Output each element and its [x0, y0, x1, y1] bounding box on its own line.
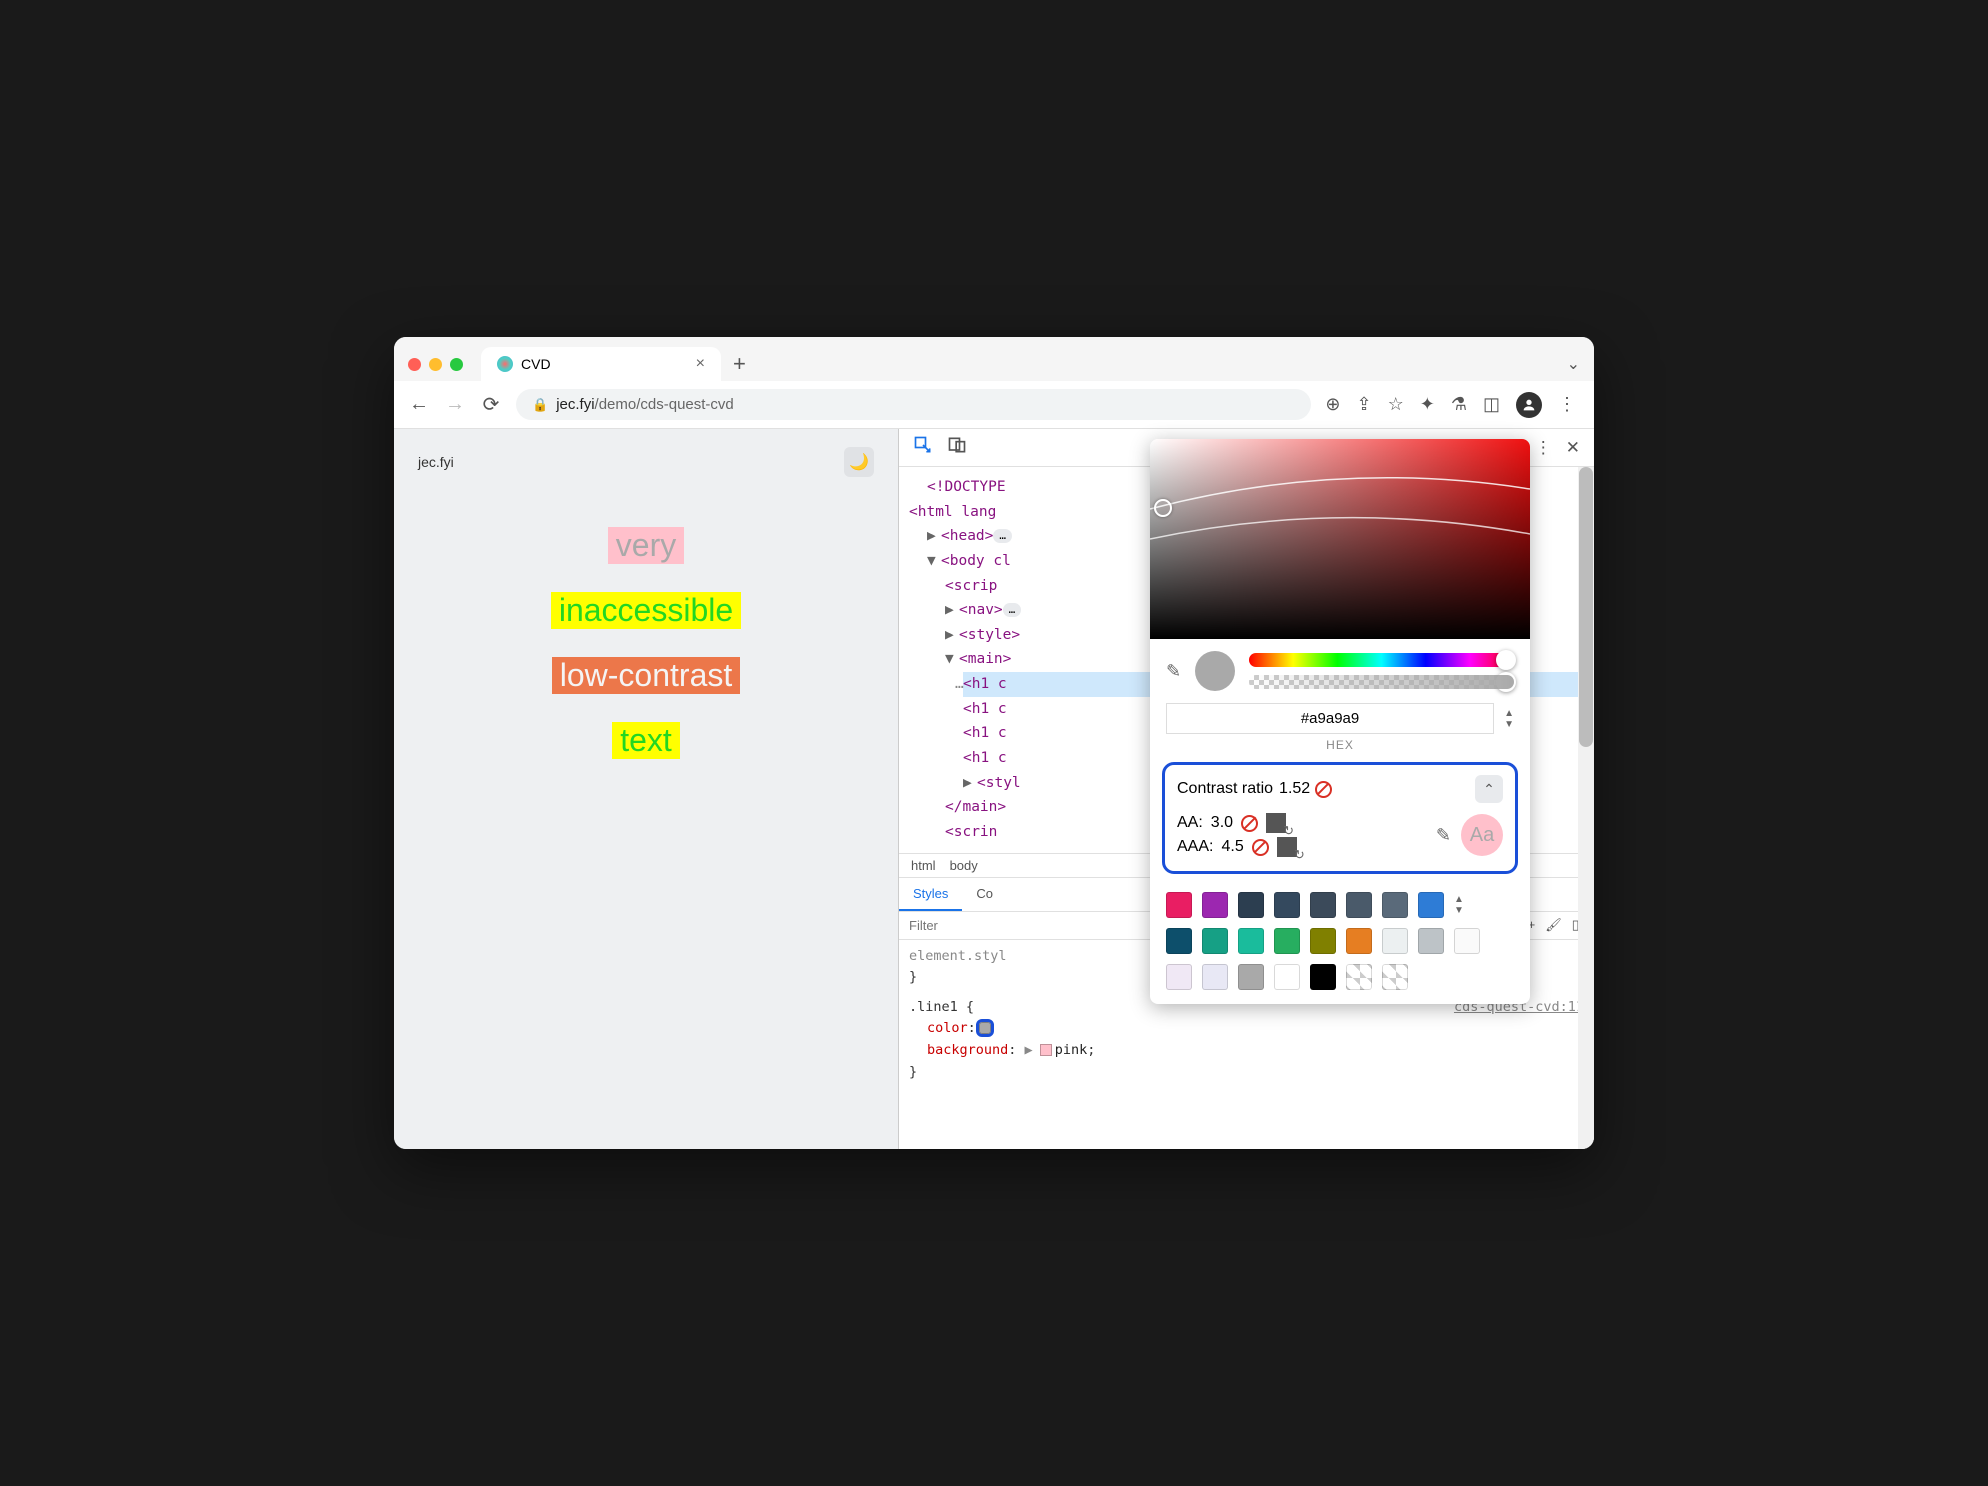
share-icon[interactable]: ⇪	[1357, 394, 1372, 415]
contrast-preview: Aa	[1461, 814, 1503, 856]
swatch-page-stepper[interactable]: ▲▼	[1454, 892, 1514, 918]
content-area: jec.fyi 🌙 very inaccessible low-contrast…	[394, 429, 1594, 1149]
contrast-value: 1.52	[1279, 780, 1310, 798]
devtools-scrollbar[interactable]	[1578, 467, 1594, 1149]
browser-window: CVD × + ⌄ ← → ⟳ 🔒 jec.fyi/demo/cds-quest…	[394, 337, 1594, 1149]
breadcrumb-item[interactable]: body	[950, 858, 978, 873]
color-preview-circle	[1195, 651, 1235, 691]
forward-button[interactable]: →	[444, 393, 466, 416]
color-swatch-selected[interactable]	[979, 1022, 991, 1034]
minimize-window-button[interactable]	[429, 358, 442, 371]
devtools-panel: ⚙ ⋮ ✕ <!DOCTYPE <html lang ▶<head>… ▼<bo…	[898, 429, 1594, 1149]
theme-toggle-button[interactable]: 🌙	[844, 447, 874, 477]
hex-input[interactable]	[1166, 703, 1494, 734]
palette-swatch[interactable]	[1238, 928, 1264, 954]
saturation-gradient[interactable]	[1150, 439, 1530, 639]
fail-icon	[1241, 815, 1258, 832]
more-icon[interactable]: ⋮	[1535, 438, 1552, 458]
lock-icon: 🔒	[532, 397, 548, 413]
new-tab-button[interactable]: +	[733, 351, 746, 377]
demo-word-3: low-contrast	[552, 657, 741, 694]
browser-tab[interactable]: CVD ×	[481, 347, 721, 381]
palette-swatch[interactable]	[1202, 892, 1228, 918]
palette-swatch[interactable]	[1382, 892, 1408, 918]
close-window-button[interactable]	[408, 358, 421, 371]
url-domain: jec.fyi	[556, 396, 594, 413]
palette-swatch[interactable]	[1310, 892, 1336, 918]
extensions-icon[interactable]: ✦	[1420, 394, 1435, 415]
color-cursor[interactable]	[1154, 499, 1172, 517]
device-toggle-icon[interactable]	[947, 435, 967, 460]
demo-word-2: inaccessible	[551, 592, 741, 629]
sidepanel-icon[interactable]: ◫	[1483, 394, 1500, 415]
palette-swatch[interactable]	[1346, 964, 1372, 990]
demo-word-1: very	[608, 527, 684, 564]
reload-button[interactable]: ⟳	[480, 392, 502, 417]
palette-swatch[interactable]	[1346, 928, 1372, 954]
hue-slider[interactable]	[1249, 653, 1514, 667]
background-swatch[interactable]	[1040, 1044, 1052, 1056]
palette-swatch[interactable]	[1346, 892, 1372, 918]
eyedropper-icon[interactable]: ✎	[1166, 661, 1181, 682]
palette-swatch[interactable]	[1238, 892, 1264, 918]
address-bar[interactable]: 🔒 jec.fyi/demo/cds-quest-cvd	[516, 389, 1311, 420]
palette-swatch[interactable]	[1238, 964, 1264, 990]
palette-swatch[interactable]	[1166, 964, 1192, 990]
color-swatches: ▲▼	[1150, 886, 1530, 1004]
zoom-icon[interactable]: ⊕	[1325, 394, 1340, 415]
palette-swatch[interactable]	[1274, 892, 1300, 918]
tab-close-icon[interactable]: ×	[696, 355, 705, 373]
demo-content: very inaccessible low-contrast text	[418, 527, 874, 759]
tab-title: CVD	[521, 356, 551, 372]
palette-swatch[interactable]	[1166, 892, 1192, 918]
maximize-window-button[interactable]	[450, 358, 463, 371]
toolbar-actions: ⊕ ⇪ ☆ ✦ ⚗ ◫ ⋮	[1325, 392, 1576, 418]
tab-computed[interactable]: Co	[962, 878, 1007, 911]
tab-styles[interactable]: Styles	[899, 878, 962, 911]
computed-icon[interactable]: 🖌	[1545, 917, 1562, 933]
fix-aaa-button[interactable]	[1277, 837, 1297, 857]
alpha-slider[interactable]	[1249, 675, 1514, 689]
palette-swatch[interactable]	[1418, 892, 1444, 918]
palette-swatch[interactable]	[1454, 928, 1480, 954]
palette-swatch[interactable]	[1310, 964, 1336, 990]
color-picker-popover: ✎ ▲▼ HEX Contrast ratio 1.52	[1150, 439, 1530, 1004]
site-name: jec.fyi	[418, 454, 454, 470]
page-header: jec.fyi 🌙	[418, 447, 874, 477]
fix-aa-button[interactable]	[1266, 813, 1286, 833]
favicon	[497, 356, 513, 372]
breadcrumb-item[interactable]: html	[911, 858, 936, 873]
fail-icon	[1252, 839, 1269, 856]
contrast-ratio-panel: Contrast ratio 1.52 ⌃ AA: 3.0	[1162, 762, 1518, 874]
bookmark-icon[interactable]: ☆	[1388, 394, 1404, 415]
palette-swatch[interactable]	[1274, 928, 1300, 954]
palette-swatch[interactable]	[1274, 964, 1300, 990]
palette-swatch[interactable]	[1310, 928, 1336, 954]
labs-icon[interactable]: ⚗	[1451, 394, 1467, 415]
window-controls	[408, 358, 463, 371]
palette-swatch[interactable]	[1166, 928, 1192, 954]
page-viewport: jec.fyi 🌙 very inaccessible low-contrast…	[394, 429, 898, 1149]
palette-swatch[interactable]	[1202, 964, 1228, 990]
close-devtools-icon[interactable]: ✕	[1566, 438, 1580, 458]
titlebar: CVD × + ⌄	[394, 337, 1594, 381]
browser-toolbar: ← → ⟳ 🔒 jec.fyi/demo/cds-quest-cvd ⊕ ⇪ ☆…	[394, 381, 1594, 429]
back-button[interactable]: ←	[408, 393, 430, 416]
url-path: /demo/cds-quest-cvd	[595, 396, 734, 413]
palette-swatch[interactable]	[1382, 928, 1408, 954]
fail-icon	[1315, 781, 1332, 798]
demo-word-4: text	[612, 722, 680, 759]
menu-icon[interactable]: ⋮	[1558, 394, 1576, 415]
format-stepper[interactable]: ▲▼	[1504, 708, 1514, 730]
palette-swatch[interactable]	[1202, 928, 1228, 954]
bg-eyedropper-icon[interactable]: ✎	[1436, 825, 1451, 846]
hex-label: HEX	[1150, 738, 1530, 762]
collapse-contrast-button[interactable]: ⌃	[1475, 775, 1503, 803]
profile-avatar[interactable]	[1516, 392, 1542, 418]
palette-swatch[interactable]	[1382, 964, 1408, 990]
palette-swatch[interactable]	[1418, 928, 1444, 954]
inspect-icon[interactable]	[913, 435, 933, 460]
tabs-dropdown-icon[interactable]: ⌄	[1567, 354, 1580, 374]
